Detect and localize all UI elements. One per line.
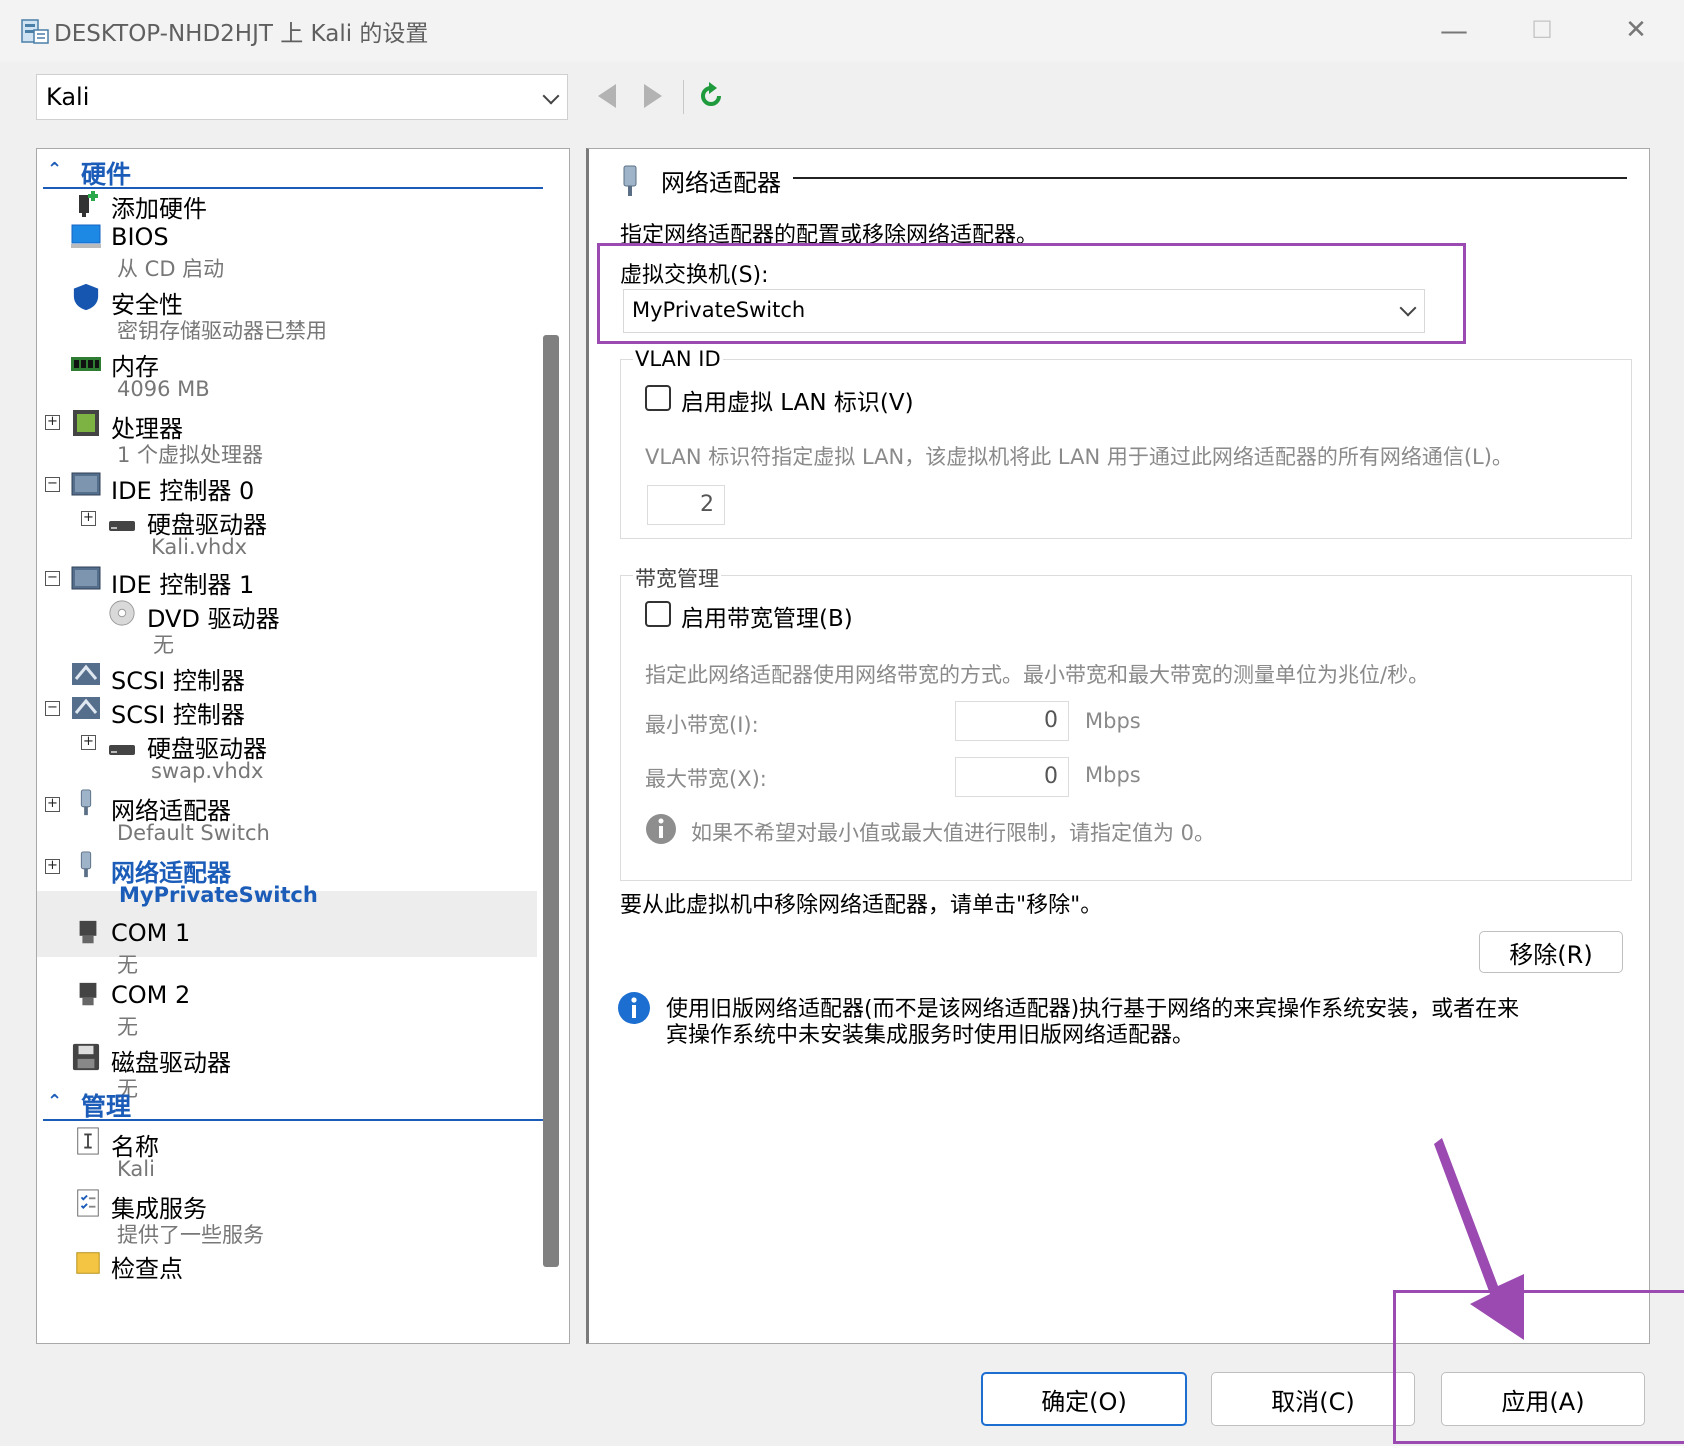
max-bandwidth-label: 最大带宽(X): [645,767,767,791]
tree-item-subtext: 1 个虚拟处理器 [117,443,264,467]
forward-arrow-icon[interactable] [644,84,662,108]
network-adapter-icon [80,789,92,816]
chevron-down-icon [542,87,560,105]
network-adapter-icon [80,851,92,878]
tree-item-subtext: 密钥存储驱动器已禁用 [117,319,327,343]
section-hardware-label: 硬件 [81,160,132,189]
com-port-icon [79,920,97,944]
min-bandwidth-unit: Mbps [1085,709,1141,733]
cancel-button[interactable]: 取消(C) [1211,1372,1415,1426]
tree-item-label: SCSI 控制器 [111,701,245,729]
max-bandwidth-input[interactable]: 0 [955,757,1069,797]
expand-icon[interactable]: + [45,797,60,812]
tree-item-subtext: Kali [117,1157,155,1181]
tree-item-subtext: 无 [153,633,174,657]
monitor-icon [71,224,101,248]
collapse-caret-icon[interactable]: ⌃ [47,1091,62,1112]
vm-select-dropdown[interactable]: Kali [36,74,568,120]
collapse-icon[interactable]: − [45,701,60,716]
ok-button[interactable]: 确定(O) [981,1372,1187,1426]
virtual-switch-highlight-box [597,243,1466,344]
collapse-icon[interactable]: − [45,477,60,492]
tree-item-label: 检查点 [111,1255,183,1283]
remove-button[interactable]: 移除(R) [1479,931,1623,973]
tree-scrollbar-thumb[interactable] [543,335,559,1267]
tree-item-label: IDE 控制器 0 [111,477,255,505]
checkpoint-icon [76,1252,100,1274]
expand-icon[interactable]: + [81,735,96,750]
info-icon [618,992,650,1024]
tree-item-label: COM 2 [111,981,191,1009]
tree-item-subtext: MyPrivateSwitch [119,883,318,907]
controller-icon [71,472,101,496]
tree-item-subtext: swap.vhdx [151,759,264,783]
expand-icon[interactable]: + [81,511,96,526]
vlan-group-title: VLAN ID [633,347,723,371]
tree-item-subtext: Kali.vhdx [151,535,248,559]
vlan-checkbox[interactable] [645,385,671,411]
checklist-icon [77,1189,99,1217]
section-management[interactable]: ⌃ 管理 [43,1085,565,1121]
shield-icon [73,283,99,311]
tree-item-label: BIOS [111,223,169,251]
tree-item-label: SCSI 控制器 [111,667,245,695]
vlan-description: VLAN 标识符指定虚拟 LAN，该虚拟机将此 LAN 用于通过此网络适配器的所… [645,445,1513,469]
hard-drive-icon [109,745,135,755]
min-bandwidth-input[interactable]: 0 [955,701,1069,741]
bandwidth-checkbox[interactable] [645,601,671,627]
network-adapter-icon [623,165,637,196]
window-title: DESKTOP-NHD2HJT 上 Kali 的设置 [54,21,429,47]
hard-drive-icon [109,521,135,531]
expand-icon[interactable]: + [45,415,60,430]
add-hardware-icon [79,191,98,217]
minimize-button[interactable]: — [1426,10,1482,50]
hyperv-settings-icon [21,19,49,44]
vlan-checkbox-label: 启用虚拟 LAN 标识(V) [681,390,914,416]
bandwidth-description: 指定此网络适配器使用网络带宽的方式。最小带宽和最大带宽的测量单位为兆位/秒。 [645,663,1430,687]
toolbar-separator [683,80,684,114]
dvd-icon [109,600,135,626]
heading-rule [793,177,1627,179]
tree-item-label: 添加硬件 [111,195,207,223]
com-port-icon [79,982,97,1006]
bandwidth-note: 如果不希望对最小值或最大值进行限制，请指定值为 0。 [691,821,1216,845]
processor-icon [73,410,99,436]
tree-item-subtext: 4096 MB [117,377,210,401]
section-hardware[interactable]: ⌃ 硬件 [43,153,565,189]
tree-item-subtext: Default Switch [117,821,270,845]
tree-item-subtext: 无 [117,1015,138,1039]
vm-select-value: Kali [46,83,90,111]
legacy-adapter-info-line2: 宾操作系统中未安装集成服务时使用旧版网络适配器。 [666,1023,1195,1048]
controller-icon [71,566,101,590]
annotation-arrow-icon [1434,1138,1524,1340]
maximize-button[interactable]: ☐ [1514,10,1570,50]
bandwidth-group-title: 带宽管理 [633,563,721,593]
floppy-icon [72,1043,100,1071]
collapse-caret-icon[interactable]: ⌃ [47,159,62,180]
remove-instruction: 要从此虚拟机中移除网络适配器，请单击"移除"。 [620,893,1103,918]
close-button[interactable]: ✕ [1608,10,1664,50]
vlan-id-input[interactable]: 2 [647,485,725,525]
bandwidth-checkbox-label: 启用带宽管理(B) [681,606,853,632]
tree-item-subtext: 提供了一些服务 [117,1223,264,1247]
tree-item-label: IDE 控制器 1 [111,571,255,599]
scsi-controller-icon [72,697,100,719]
panel-heading: 网络适配器 [661,169,781,197]
tree-item-subtext: 从 CD 启动 [117,257,225,281]
section-management-label: 管理 [81,1092,132,1121]
name-tag-icon [77,1127,99,1155]
min-bandwidth-label: 最小带宽(I): [645,713,759,737]
scsi-controller-icon [72,663,100,685]
memory-icon [71,357,101,371]
collapse-icon[interactable]: − [45,571,60,586]
expand-icon[interactable]: + [45,859,60,874]
tree-item-subtext: 无 [117,953,138,977]
max-bandwidth-unit: Mbps [1085,763,1141,787]
back-arrow-icon[interactable] [598,84,616,108]
section-rule [43,1119,543,1121]
tree-item-label: COM 1 [111,919,191,947]
settings-tree: ⌃ 硬件 添加硬件 BIOS 从 CD 启动 安全性 密钥存储驱动器已禁用 内存… [36,148,570,1344]
refresh-icon[interactable] [697,82,725,110]
info-icon [646,814,676,844]
